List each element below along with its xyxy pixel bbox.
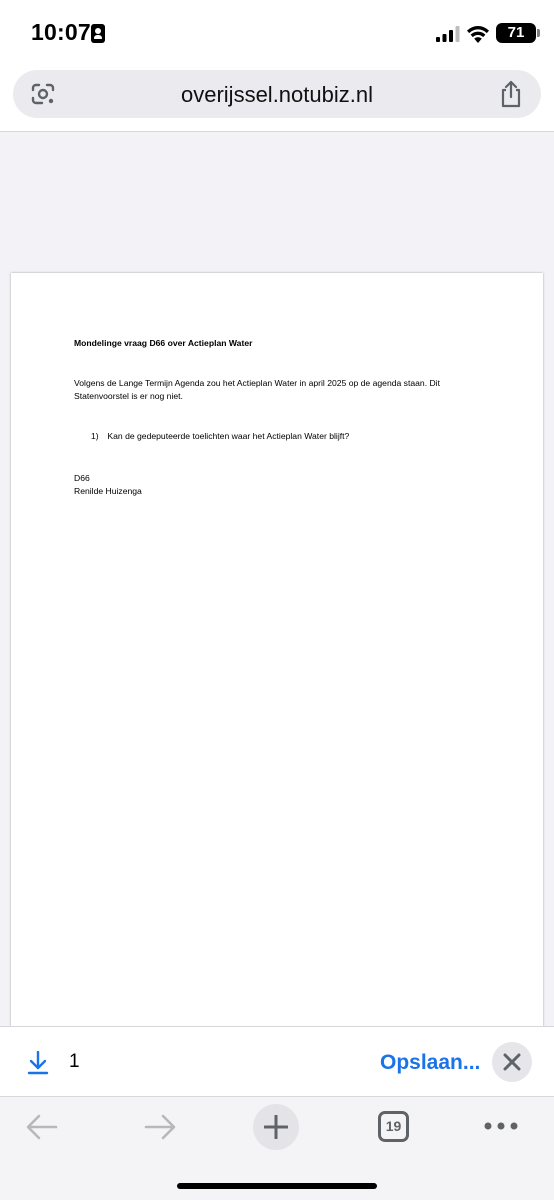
url-text[interactable]: overijssel.notubiz.nl — [73, 82, 481, 108]
google-lens-icon[interactable] — [30, 82, 56, 106]
download-icon[interactable] — [27, 1051, 49, 1075]
document-title: Mondelinge vraag D66 over Actieplan Wate… — [74, 338, 253, 348]
new-tab-button[interactable] — [253, 1104, 299, 1150]
tabs-icon[interactable]: 19 — [378, 1111, 409, 1142]
save-button[interactable]: Opslaan... — [380, 1051, 480, 1075]
pdf-page[interactable]: Mondelinge vraag D66 over Actieplan Wate… — [11, 273, 543, 1033]
question-number: 1) — [91, 431, 99, 441]
wifi-icon — [467, 26, 489, 43]
battery-icon: 71 — [496, 23, 536, 43]
url-field[interactable]: overijssel.notubiz.nl — [13, 70, 541, 118]
close-button[interactable] — [492, 1042, 532, 1082]
download-bar: 1 Opslaan... — [0, 1026, 554, 1096]
question-text: Kan de gedeputeerde toelichten waar het … — [107, 431, 350, 441]
forward-arrow-icon[interactable] — [144, 1114, 176, 1140]
status-bar: 10:07 71 — [0, 0, 554, 64]
close-icon — [503, 1053, 521, 1071]
document-signature: D66 Renilde Huizenga — [74, 472, 142, 497]
signature-name: Renilde Huizenga — [74, 485, 142, 496]
plus-icon — [264, 1115, 288, 1139]
battery-cap — [537, 29, 540, 37]
id-card-icon — [91, 24, 105, 43]
signal-icon — [436, 26, 460, 42]
status-time: 10:07 — [31, 19, 91, 45]
home-indicator[interactable] — [177, 1183, 377, 1189]
document-paragraph: Volgens de Lange Termijn Agenda zou het … — [74, 378, 440, 401]
signature-party: D66 — [74, 473, 90, 483]
share-icon[interactable] — [498, 80, 524, 108]
bottom-toolbar: 19 — [0, 1096, 554, 1200]
address-bar: overijssel.notubiz.nl — [0, 64, 554, 132]
back-arrow-icon[interactable] — [26, 1114, 58, 1140]
download-count: 1 — [69, 1051, 80, 1072]
document-question: 1) Kan de gedeputeerde toelichten waar h… — [91, 431, 349, 441]
more-icon[interactable] — [484, 1121, 518, 1131]
